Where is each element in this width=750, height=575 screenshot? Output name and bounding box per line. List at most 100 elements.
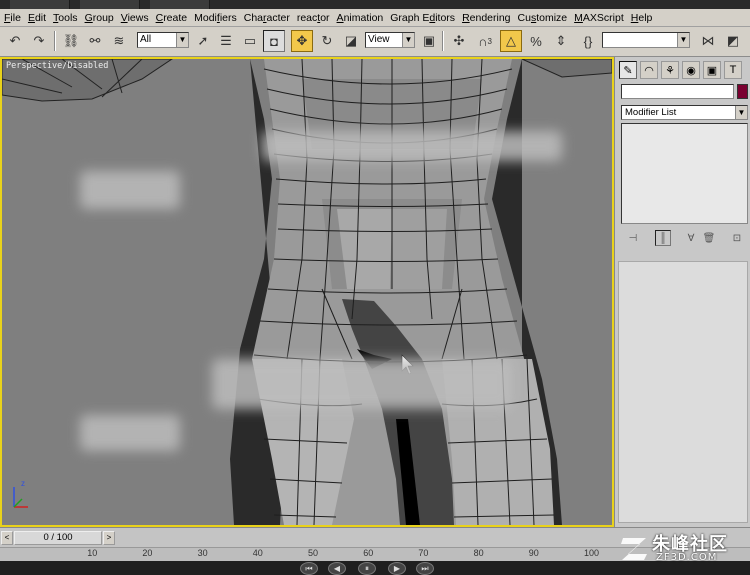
snaps-toggle-icon[interactable]: ∩ 3 [474,30,496,52]
menu-item-accelerator: A [336,12,344,24]
window-crossing-icon[interactable]: ◘ [263,30,285,52]
menu-item[interactable]: Help [627,9,656,25]
blurred-overlay [262,131,562,161]
3dsmax-window: File Edit Tools Group Views Create Modifiers Ch… [0,0,750,575]
chevron-down-icon: ▼ [735,106,747,119]
menu-item-text: itors [435,12,456,24]
menu-item-text: iews [127,12,149,24]
menu-item-accelerator: G [84,12,93,24]
chevron-down-icon: ▼ [176,33,188,47]
toolbar-separator [442,31,444,51]
menu-item-text: ile [10,12,21,24]
selection-filter-dropdown[interactable]: All ▼ [137,32,189,48]
display-tab-icon[interactable]: ▣ [703,61,721,79]
menu-item-text: AXScript [582,12,624,24]
mesh-canvas [2,59,612,525]
menu-item[interactable]: Character [240,9,293,25]
menu-item[interactable]: Tools [49,9,81,25]
watermark-domain: ZF3D.COM [656,552,718,563]
object-name-field[interactable] [621,84,734,99]
menu-item-text: endering [469,12,511,24]
pin-stack-icon[interactable]: ⊣ [625,230,641,246]
menu-item[interactable]: Rendering [458,9,513,25]
menu-item[interactable]: Graph Editors [386,9,458,25]
select-and-scale-icon[interactable]: ◪ [340,30,362,52]
align-icon[interactable]: ◩ [722,30,744,52]
menu-item-text: Graph E [390,12,430,24]
configure-modifier-sets-icon[interactable]: ⊡ [729,230,745,246]
time-slider-next-icon[interactable]: > [103,531,115,545]
menu-item[interactable]: Group [81,9,117,25]
select-and-link-icon[interactable]: ⛓ [60,30,82,52]
command-panel-tabs: ✎ ◠ ⚘ ◉ ▣ T [619,61,747,81]
next-frame-icon[interactable]: ▶ [388,562,406,575]
modifier-list-dropdown[interactable]: Modifier List ▼ [621,105,748,120]
menu-item[interactable]: Customize [514,9,571,25]
modifier-stack[interactable] [621,123,748,224]
utilities-tab-icon[interactable]: T [724,61,742,79]
menu-item[interactable]: reactor [293,9,333,25]
blurred-overlay [80,171,180,209]
unlink-selection-icon[interactable]: ⚯ [84,30,106,52]
stack-toolbar: ⊣ ║ ∀ 🗑 ⊡ [621,229,748,247]
time-slider-prev-icon[interactable]: < [1,531,13,545]
menu-item[interactable]: Edit [24,9,49,25]
previous-frame-icon[interactable]: ◀ [328,562,346,575]
menu-item-text: tomize [536,12,568,24]
track-bar-tick-label: 30 [197,548,208,558]
menu-item[interactable]: Animation [333,9,387,25]
chevron-down-icon: ▼ [402,33,414,47]
named-selection-dropdown[interactable]: ▼ [602,32,690,48]
select-and-move-icon[interactable]: ✥ [291,30,313,52]
track-bar-tick-label: 20 [142,548,153,558]
bind-to-space-warp-icon[interactable]: ≋ [108,30,130,52]
edit-named-selection-icon[interactable]: {} [577,30,599,52]
menu-item[interactable]: Modifiers [190,9,240,25]
select-object-icon[interactable]: ➚ [192,30,214,52]
show-end-result-icon[interactable]: ║ [655,230,671,246]
object-color-swatch[interactable] [737,84,748,99]
angle-snap-icon[interactable]: △ [500,30,522,52]
reference-coordinate-dropdown[interactable]: View ▼ [365,32,415,48]
undo-icon[interactable]: ↶ [4,30,26,52]
menu-bar: File Edit Tools Group Views Create Modifiers Ch… [0,9,750,27]
menu-item-text: iers [219,12,237,24]
menu-item[interactable]: File [0,9,24,25]
track-bar-tick-label: 40 [252,548,263,558]
zf3d-logo-icon [621,538,647,560]
command-panel: ✎ ◠ ⚘ ◉ ▣ T Modifier List ▼ ⊣ ║ ∀ 🗑 ⊡ [614,57,750,527]
rectangular-selection-icon[interactable]: ▭ [239,30,261,52]
redo-icon[interactable]: ↷ [28,30,50,52]
pivot-center-icon[interactable]: ▣ [418,30,440,52]
menu-item[interactable]: MAXScript [570,9,627,25]
reference-coordinate-value: View [368,34,390,45]
viewport-label[interactable]: Perspective/Disabled [6,61,108,71]
blurred-overlay [80,415,180,451]
title-tab[interactable] [80,0,140,9]
menu-item[interactable]: Views [117,9,152,25]
snaps-dimension: 3 [487,36,492,46]
select-and-rotate-icon[interactable]: ↻ [316,30,338,52]
track-bar-tick-label: 100 [584,548,600,558]
motion-tab-icon[interactable]: ◉ [682,61,700,79]
menu-item-text: roup [92,12,114,24]
remove-modifier-icon[interactable]: 🗑 [701,230,717,246]
time-slider[interactable]: 0 / 100 [14,531,102,545]
play-icon[interactable]: ⏸ [358,562,376,575]
percent-snap-icon[interactable]: % [525,30,547,52]
create-tab-icon[interactable]: ✎ [619,61,637,79]
go-to-start-icon[interactable]: ⏮ [300,562,318,575]
title-tab[interactable] [10,0,70,9]
go-to-end-icon[interactable]: ⏭ [416,562,434,575]
menu-item-text: ools [58,12,78,24]
modify-tab-icon[interactable]: ◠ [640,61,658,79]
hierarchy-tab-icon[interactable]: ⚘ [661,61,679,79]
make-unique-icon[interactable]: ∀ [683,230,699,246]
select-by-name-icon[interactable]: ☰ [215,30,237,52]
menu-item[interactable]: Create [152,9,191,25]
title-tab[interactable] [150,0,210,9]
select-and-manipulate-icon[interactable]: ✣ [448,30,470,52]
spinner-snap-icon[interactable]: ⇕ [550,30,572,52]
perspective-viewport[interactable]: Perspective/Disabled z [0,57,614,527]
mirror-icon[interactable]: ⋈ [697,30,719,52]
